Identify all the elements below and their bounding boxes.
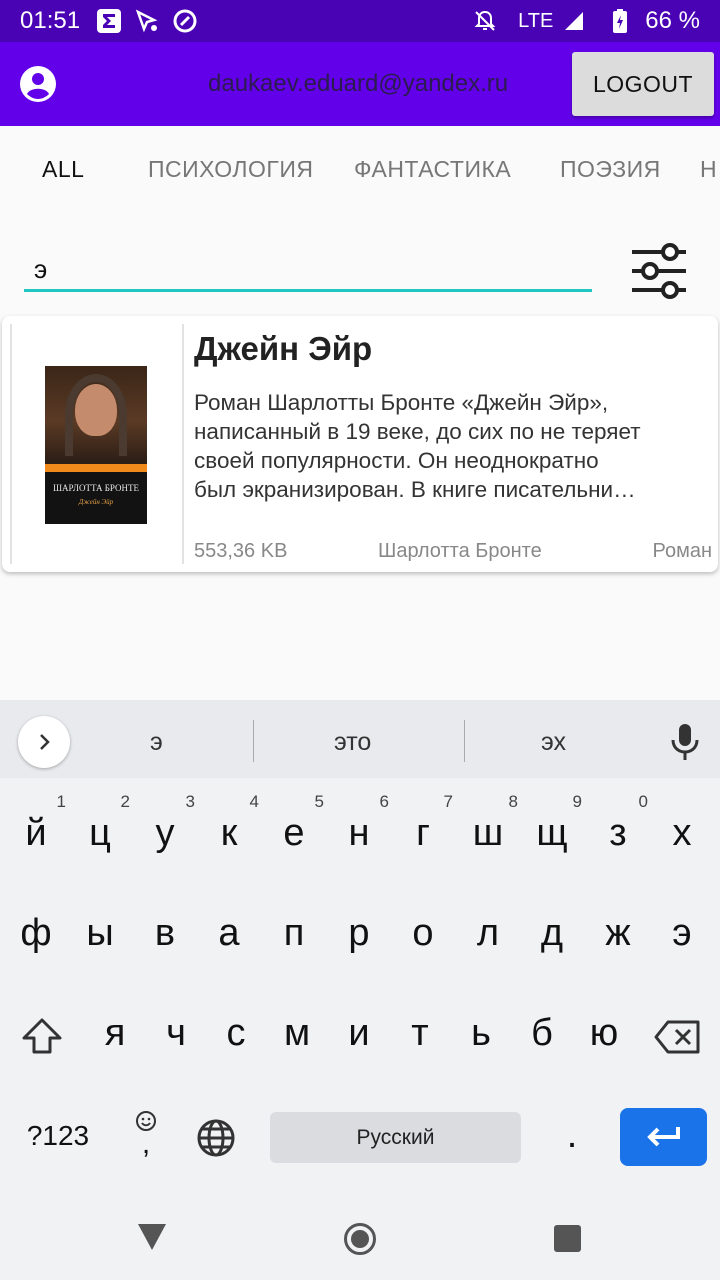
shift-icon: [22, 1018, 62, 1054]
key[interactable]: ц2: [70, 792, 130, 855]
divider: [253, 720, 254, 762]
key[interactable]: ч: [146, 1012, 206, 1055]
cover-author: ШАРЛОТТА БРОНТЕ: [52, 483, 140, 493]
category-tabs: ALL ПСИХОЛОГИЯ ФАНТАСТИКА ПОЭЗИЯ Н: [0, 126, 720, 212]
key[interactable]: ж: [588, 912, 648, 955]
filter-settings-icon[interactable]: [628, 242, 690, 300]
book-cover-image: ШАРЛОТТА БРОНТЕ Джейн Эйр: [45, 366, 147, 524]
back-icon[interactable]: [138, 1224, 166, 1255]
tab-all[interactable]: ALL: [42, 156, 84, 183]
key[interactable]: ы: [70, 912, 130, 955]
status-bar: 01:51 LTE 66 %: [0, 0, 720, 42]
space-bar[interactable]: Русский: [270, 1112, 521, 1163]
enter-icon: [646, 1127, 680, 1147]
home-icon[interactable]: [344, 1223, 376, 1255]
key[interactable]: л: [458, 912, 518, 955]
app-bar: daukaev.eduard@yandex.ru LOGOUT: [0, 42, 720, 126]
account-icon[interactable]: [20, 66, 56, 102]
backspace-icon: [654, 1020, 700, 1054]
status-time: 01:51: [20, 7, 81, 34]
key[interactable]: н6: [329, 792, 390, 855]
key[interactable]: щ9: [522, 792, 582, 855]
description-line: был экранизирован. В книге писательни…: [194, 477, 636, 502]
suggestion-3[interactable]: эх: [541, 728, 566, 757]
cursor-app-icon: [134, 8, 160, 34]
book-file-size: 553,36 KB: [194, 540, 288, 562]
suggestion-2[interactable]: это: [334, 728, 371, 757]
key[interactable]: й1: [6, 792, 66, 855]
sigma-app-icon: [96, 8, 122, 34]
language-key[interactable]: [186, 1118, 246, 1168]
symbols-key[interactable]: ?123: [16, 1120, 100, 1152]
key[interactable]: я: [85, 1012, 145, 1055]
search-input-value: э: [34, 254, 48, 284]
key[interactable]: у3: [135, 792, 196, 855]
key[interactable]: п: [264, 912, 324, 955]
key[interactable]: в: [135, 912, 195, 955]
tab-next-partial[interactable]: Н: [700, 156, 717, 183]
cover-title: Джейн Эйр: [78, 498, 114, 506]
logout-button[interactable]: LOGOUT: [572, 52, 714, 116]
key[interactable]: к4: [199, 792, 259, 855]
key[interactable]: с: [206, 1012, 266, 1055]
key[interactable]: э: [652, 912, 712, 955]
book-card[interactable]: ШАРЛОТТА БРОНТЕ Джейн Эйр Джейн Эйр Рома…: [2, 316, 718, 572]
divider: [182, 324, 184, 564]
key[interactable]: ш8: [458, 792, 518, 855]
key[interactable]: ф: [6, 912, 66, 955]
suggestion-bar: э это эх: [0, 700, 720, 778]
suggestion-1[interactable]: э: [150, 728, 163, 757]
book-author: Шарлотта Бронте: [378, 540, 542, 562]
key[interactable]: и: [329, 1012, 389, 1055]
key[interactable]: а: [199, 912, 259, 955]
book-description: Роман Шарлотты Бронте «Джейн Эйр», напис…: [194, 388, 716, 504]
description-line: Роман Шарлотты Бронте «Джейн Эйр»,: [194, 390, 609, 415]
system-navigation-bar: [0, 1206, 720, 1280]
signal-icon: [561, 8, 587, 34]
key[interactable]: р: [329, 912, 389, 955]
key[interactable]: х: [652, 812, 712, 855]
key[interactable]: ь: [451, 1012, 511, 1055]
key[interactable]: т: [390, 1012, 450, 1055]
book-genre: Роман: [652, 540, 712, 562]
key[interactable]: б: [512, 1012, 572, 1055]
tab-fantasy[interactable]: ФАНТАСТИКА: [354, 156, 511, 183]
book-title: Джейн Эйр: [194, 330, 373, 367]
emoji-comma-key[interactable]: ,: [116, 1110, 176, 1159]
chevron-right-icon: [40, 734, 50, 750]
search-input[interactable]: э: [24, 250, 592, 292]
key[interactable]: м: [267, 1012, 327, 1055]
no-entry-icon: [172, 8, 198, 34]
recent-apps-icon[interactable]: [554, 1225, 581, 1252]
key[interactable]: ю: [574, 1012, 634, 1055]
description-line: написанный в 19 веке, до сих по не теряе…: [194, 419, 641, 444]
enter-key[interactable]: [620, 1108, 707, 1166]
battery-level: 66 %: [645, 7, 700, 34]
divider: [464, 720, 465, 762]
battery-charging-icon: [607, 8, 633, 34]
key[interactable]: з0: [588, 792, 648, 855]
period-key[interactable]: .: [542, 1114, 602, 1157]
user-email: daukaev.eduard@yandex.ru: [208, 70, 509, 97]
key[interactable]: д: [522, 912, 582, 955]
shift-key[interactable]: [12, 1016, 72, 1066]
tab-poetry[interactable]: ПОЭЗИЯ: [560, 156, 661, 183]
tab-psychology[interactable]: ПСИХОЛОГИЯ: [148, 156, 313, 183]
globe-icon: [197, 1119, 235, 1157]
key[interactable]: г7: [393, 792, 453, 855]
divider: [10, 324, 12, 564]
key[interactable]: е5: [264, 792, 324, 855]
network-type: LTE: [518, 9, 554, 32]
notifications-off-icon: [472, 8, 498, 34]
expand-toolbar-button[interactable]: [18, 716, 70, 768]
on-screen-keyboard: э это эх й1 ц2 у3 к4 е5 н6 г7 ш8 щ9 з0 х…: [0, 700, 720, 1206]
description-line: своей популярности. Он неоднократно: [194, 448, 599, 473]
backspace-key[interactable]: [648, 1020, 708, 1064]
microphone-icon[interactable]: [668, 722, 702, 762]
key[interactable]: о: [393, 912, 453, 955]
